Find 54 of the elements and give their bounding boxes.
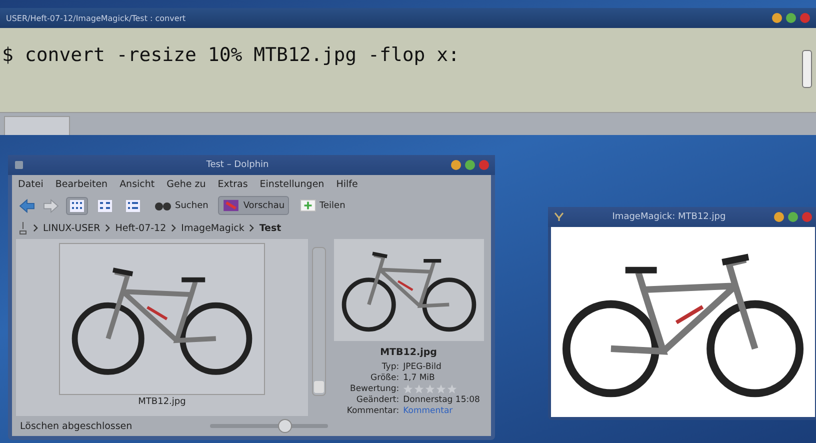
window-title: Test – Dolphin	[205, 160, 270, 170]
menu-item[interactable]: Einstellungen	[260, 179, 324, 190]
field-label: Geändert:	[355, 395, 400, 405]
field-label: Typ:	[380, 362, 400, 372]
preview-icon	[222, 199, 240, 212]
plus-icon	[298, 199, 317, 212]
rating-stars[interactable]	[403, 384, 458, 394]
breadcrumb-item[interactable]: LINUX-USER	[43, 222, 100, 234]
window-title: USER/Heft-07-12/ImageMagick/Test : convert	[6, 14, 187, 22]
menu-item[interactable]: Datei	[18, 179, 44, 190]
terminal-tab[interactable]	[4, 116, 70, 135]
minimize-icon[interactable]	[772, 13, 782, 23]
window-menu-icon[interactable]	[14, 160, 24, 170]
field-value: 1,7 MiB	[403, 373, 435, 383]
zoom-slider[interactable]	[210, 419, 328, 433]
scrollbar[interactable]	[312, 247, 326, 396]
field-label: Kommentar:	[346, 406, 400, 416]
chevron-icon	[33, 224, 38, 232]
file-name: MTB12.jpg	[380, 347, 437, 358]
menu-item[interactable]: Hilfe	[336, 179, 358, 190]
menu-item[interactable]: Ansicht	[120, 179, 155, 190]
breadcrumb-item[interactable]: Test	[259, 222, 282, 234]
menu-item[interactable]: Extras	[218, 179, 248, 190]
maximize-icon[interactable]	[788, 212, 798, 222]
field-label: Bewertung:	[348, 384, 400, 394]
terminal-command: $ convert -resize 10% MTB12.jpg -flop x:	[1, 43, 461, 68]
field-value: Donnerstag 15:08	[403, 395, 480, 405]
preview-button[interactable]: Vorschau	[218, 196, 289, 215]
chevron-icon	[249, 224, 254, 232]
minimize-icon[interactable]	[451, 160, 461, 170]
menu-item[interactable]: Bearbeiten	[55, 179, 108, 190]
maximize-icon[interactable]	[465, 160, 475, 170]
breadcrumb-item[interactable]: ImageMagick	[181, 222, 244, 234]
field-value: JPEG-Bild	[403, 362, 442, 372]
view-mode-button[interactable]	[66, 196, 88, 214]
close-icon[interactable]	[800, 13, 810, 23]
menu-item[interactable]: Gehe zu	[166, 179, 206, 190]
share-button[interactable]: Teilen	[294, 196, 350, 215]
minimize-icon[interactable]	[774, 212, 784, 222]
file-item[interactable]	[59, 243, 265, 395]
maximize-icon[interactable]	[786, 13, 796, 23]
back-arrow-icon[interactable]	[18, 198, 36, 212]
status-message: Löschen abgeschlossen	[20, 420, 134, 432]
field-label: Größe:	[370, 373, 400, 383]
close-icon[interactable]	[802, 212, 812, 222]
search-button[interactable]: Suchen	[150, 196, 212, 215]
file-name: MTB12.jpg	[138, 397, 186, 407]
chevron-icon	[105, 224, 110, 232]
window-title: ImageMagick: MTB12.jpg	[611, 212, 727, 222]
drive-icon[interactable]	[18, 221, 28, 235]
close-icon[interactable]	[479, 160, 489, 170]
breadcrumb-item[interactable]: Heft-07-12	[115, 222, 166, 234]
scrollbar[interactable]	[802, 50, 812, 88]
chevron-icon	[171, 224, 176, 232]
